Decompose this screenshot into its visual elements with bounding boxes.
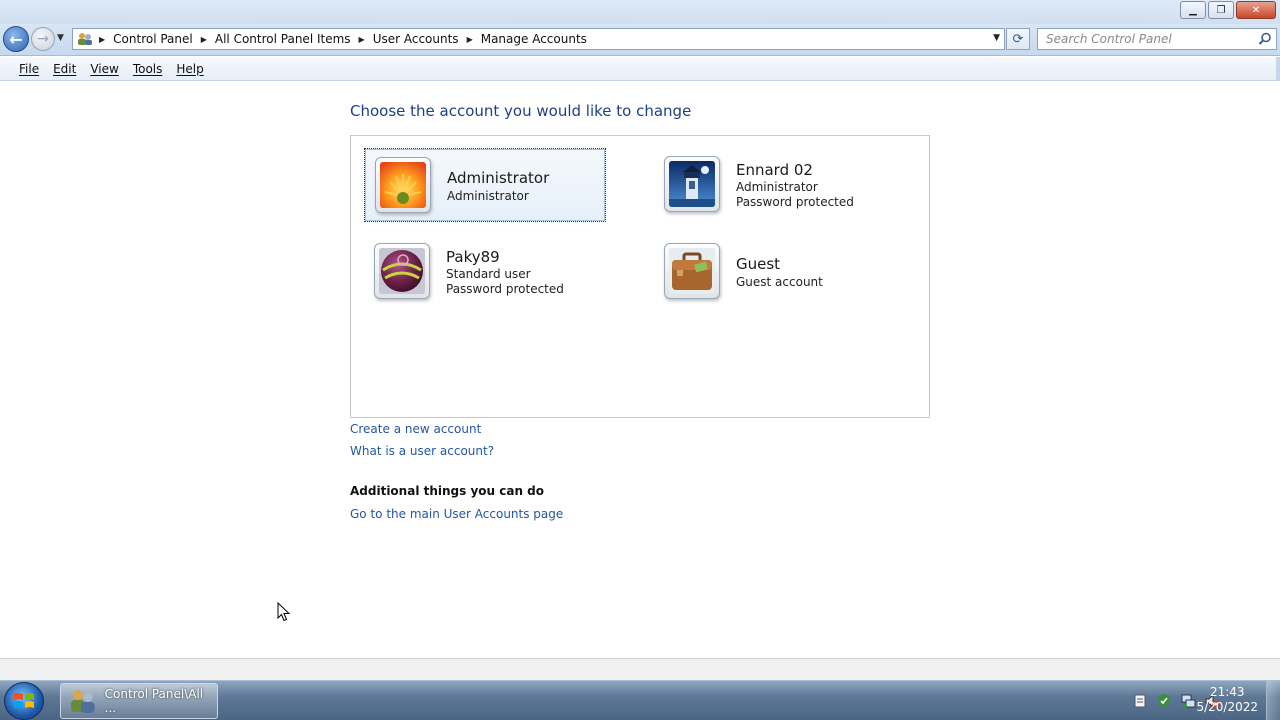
title-bar: ▁ ❐ ✕ bbox=[0, 0, 1280, 24]
refresh-button[interactable]: ⟳ bbox=[1006, 28, 1030, 50]
create-account-link[interactable]: Create a new account bbox=[350, 422, 481, 436]
briefcase-icon bbox=[664, 243, 720, 299]
user-accounts-icon bbox=[70, 690, 95, 713]
account-tile-paky89[interactable]: Paky89 Standard user Password protected bbox=[364, 235, 606, 309]
breadcrumb-separator[interactable]: ▶ bbox=[201, 35, 207, 44]
account-name: Paky89 bbox=[446, 248, 500, 266]
clock[interactable]: 21:43 5/20/2022 bbox=[1196, 685, 1258, 715]
account-name: Administrator bbox=[447, 169, 550, 187]
back-button[interactable]: ← bbox=[3, 26, 29, 52]
clock-time: 21:43 bbox=[1209, 685, 1245, 699]
menu-edit[interactable]: Edit bbox=[46, 62, 83, 76]
show-desktop-button[interactable] bbox=[1266, 681, 1280, 720]
forward-button[interactable]: → bbox=[31, 27, 55, 51]
close-button[interactable]: ✕ bbox=[1236, 1, 1276, 19]
network-icon[interactable] bbox=[1180, 693, 1196, 709]
start-button[interactable] bbox=[4, 682, 44, 720]
status-bar bbox=[0, 658, 1280, 680]
menu-view[interactable]: View bbox=[83, 62, 125, 76]
taskbar-window-button[interactable]: Control Panel\All ... bbox=[60, 683, 218, 719]
breadcrumb-manage-accounts[interactable]: Manage Accounts bbox=[481, 32, 587, 46]
mouse-cursor-icon bbox=[277, 601, 291, 625]
additional-section-heading: Additional things you can do bbox=[350, 484, 545, 498]
breadcrumb-separator[interactable]: ▶ bbox=[99, 35, 105, 44]
search-box[interactable] bbox=[1037, 28, 1277, 50]
account-tile-administrator[interactable]: Administrator Administrator bbox=[364, 148, 606, 222]
account-name: Ennard 02 bbox=[736, 161, 813, 179]
ball-icon bbox=[374, 243, 430, 299]
account-name: Guest bbox=[736, 255, 781, 273]
taskbar: Control Panel\All ... 21:43 5/20/2022 bbox=[0, 680, 1280, 720]
navigation-bar: ← → ▼ ▶ Control Panel ▶ All Control Pane… bbox=[0, 24, 1280, 56]
taskbar-window-label: Control Panel\All ... bbox=[104, 687, 204, 715]
account-tile-ennard-02[interactable]: Ennard 02 Administrator Password protect… bbox=[654, 148, 896, 222]
search-input[interactable] bbox=[1046, 32, 1251, 46]
scrollbar[interactable] bbox=[1276, 57, 1280, 81]
control-panel-icon bbox=[77, 32, 93, 46]
menu-tools[interactable]: Tools bbox=[126, 62, 170, 76]
windows-logo-icon bbox=[14, 693, 34, 708]
window-controls: ▁ ❐ ✕ bbox=[1178, 1, 1276, 19]
security-shield-icon[interactable] bbox=[1156, 693, 1172, 709]
flower-icon bbox=[375, 157, 431, 213]
minimize-button[interactable]: ▁ bbox=[1180, 1, 1206, 19]
menu-bar: File Edit View Tools Help bbox=[0, 57, 1280, 81]
address-dropdown-button[interactable]: ▼ bbox=[993, 33, 1000, 43]
main-user-accounts-link[interactable]: Go to the main User Accounts page bbox=[350, 507, 563, 521]
recent-pages-dropdown[interactable]: ▼ bbox=[57, 33, 64, 43]
account-status: Password protected bbox=[736, 195, 854, 209]
breadcrumb-user-accounts[interactable]: User Accounts bbox=[373, 32, 459, 46]
menu-help[interactable]: Help bbox=[169, 62, 210, 76]
account-type: Standard user bbox=[446, 267, 531, 281]
account-type: Administrator bbox=[447, 189, 529, 203]
breadcrumb-control-panel[interactable]: Control Panel bbox=[113, 32, 193, 46]
menu-file[interactable]: File bbox=[12, 62, 46, 76]
page-title: Choose the account you would like to cha… bbox=[350, 102, 692, 120]
main-content: Choose the account you would like to cha… bbox=[0, 82, 1280, 658]
what-is-user-account-link[interactable]: What is a user account? bbox=[350, 444, 494, 458]
search-icon[interactable] bbox=[1258, 32, 1272, 49]
breadcrumb-separator[interactable]: ▶ bbox=[467, 35, 473, 44]
account-type: Administrator bbox=[736, 180, 818, 194]
document-icon[interactable] bbox=[1132, 693, 1148, 709]
account-list: Administrator Administrator Ennard 02 Ad… bbox=[350, 135, 930, 418]
maximize-button[interactable]: ❐ bbox=[1208, 1, 1234, 19]
breadcrumb-separator[interactable]: ▶ bbox=[359, 35, 365, 44]
address-bar[interactable]: ▶ Control Panel ▶ All Control Panel Item… bbox=[72, 28, 1005, 50]
account-tile-guest[interactable]: Guest Guest account bbox=[654, 235, 896, 309]
clock-date: 5/20/2022 bbox=[1196, 700, 1258, 714]
account-status: Password protected bbox=[446, 282, 564, 296]
breadcrumb-all-items[interactable]: All Control Panel Items bbox=[215, 32, 351, 46]
account-type: Guest account bbox=[736, 275, 823, 289]
lighthouse-icon bbox=[664, 156, 720, 212]
